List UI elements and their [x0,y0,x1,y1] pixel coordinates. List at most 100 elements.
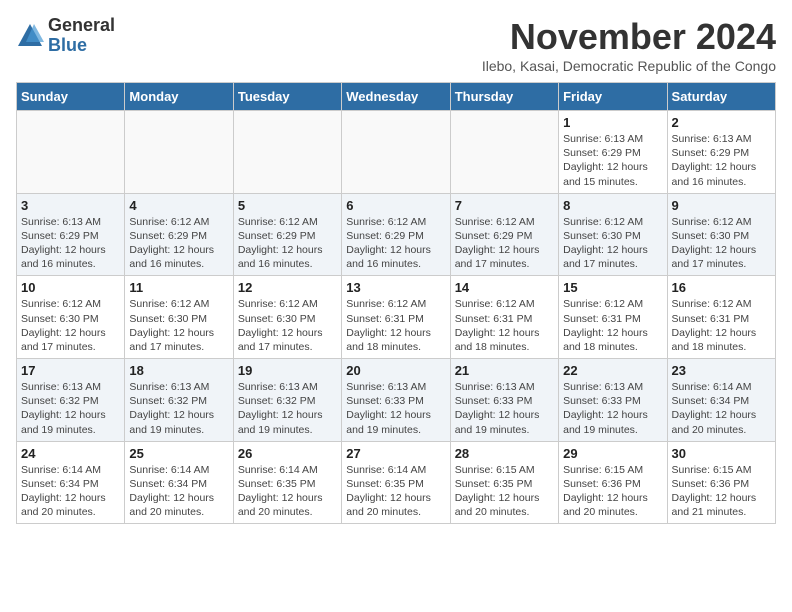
day-number: 23 [672,363,771,378]
day-number: 13 [346,280,445,295]
weekday-header-thursday: Thursday [450,83,558,111]
calendar-week-1: 1 Sunrise: 6:13 AM Sunset: 6:29 PM Daylig… [17,111,776,194]
calendar-cell: 12 Sunrise: 6:12 AM Sunset: 6:30 PM Dayli… [233,276,341,359]
calendar-cell: 30 Sunrise: 6:15 AM Sunset: 6:36 PM Dayli… [667,441,775,524]
calendar-cell: 10 Sunrise: 6:12 AM Sunset: 6:30 PM Dayli… [17,276,125,359]
day-info: Sunrise: 6:12 AM Sunset: 6:30 PM Dayligh… [672,215,771,272]
day-info: Sunrise: 6:13 AM Sunset: 6:32 PM Dayligh… [129,380,228,437]
day-info: Sunrise: 6:15 AM Sunset: 6:36 PM Dayligh… [672,463,771,520]
day-info: Sunrise: 6:12 AM Sunset: 6:29 PM Dayligh… [455,215,554,272]
day-number: 20 [346,363,445,378]
calendar-week-3: 10 Sunrise: 6:12 AM Sunset: 6:30 PM Dayli… [17,276,776,359]
calendar-cell: 14 Sunrise: 6:12 AM Sunset: 6:31 PM Dayli… [450,276,558,359]
day-number: 8 [563,198,662,213]
calendar-cell [17,111,125,194]
day-info: Sunrise: 6:13 AM Sunset: 6:33 PM Dayligh… [346,380,445,437]
day-number: 6 [346,198,445,213]
calendar-cell: 29Sunrise: 6:15 AM Sunset: 6:36 PM Dayli… [559,441,667,524]
day-info: Sunrise: 6:13 AM Sunset: 6:29 PM Dayligh… [21,215,120,272]
calendar-cell: 4 Sunrise: 6:12 AM Sunset: 6:29 PM Daylig… [125,193,233,276]
calendar-cell: 3 Sunrise: 6:13 AM Sunset: 6:29 PM Daylig… [17,193,125,276]
day-info: Sunrise: 6:13 AM Sunset: 6:29 PM Dayligh… [672,132,771,189]
day-number: 12 [238,280,337,295]
day-number: 19 [238,363,337,378]
day-info: Sunrise: 6:12 AM Sunset: 6:30 PM Dayligh… [238,297,337,354]
day-number: 7 [455,198,554,213]
calendar-cell: 5 Sunrise: 6:12 AM Sunset: 6:29 PM Daylig… [233,193,341,276]
day-info: Sunrise: 6:14 AM Sunset: 6:34 PM Dayligh… [129,463,228,520]
day-number: 1 [563,115,662,130]
calendar-cell: 16 Sunrise: 6:12 AM Sunset: 6:31 PM Dayli… [667,276,775,359]
day-number: 15 [563,280,662,295]
weekday-header-sunday: Sunday [17,83,125,111]
calendar-cell [125,111,233,194]
calendar-cell: 15 Sunrise: 6:12 AM Sunset: 6:31 PM Dayli… [559,276,667,359]
logo: General Blue [16,16,115,56]
day-info: Sunrise: 6:15 AM Sunset: 6:35 PM Dayligh… [455,463,554,520]
day-number: 30 [672,446,771,461]
logo-blue: Blue [48,36,115,56]
calendar-cell: 27Sunrise: 6:14 AM Sunset: 6:35 PM Dayli… [342,441,450,524]
day-info: Sunrise: 6:13 AM Sunset: 6:33 PM Dayligh… [563,380,662,437]
logo-icon [16,22,44,50]
calendar-cell: 26Sunrise: 6:14 AM Sunset: 6:35 PM Dayli… [233,441,341,524]
day-number: 21 [455,363,554,378]
calendar-table: SundayMondayTuesdayWednesdayThursdayFrid… [16,82,776,524]
weekday-header-friday: Friday [559,83,667,111]
calendar-cell: 13Sunrise: 6:12 AM Sunset: 6:31 PM Dayli… [342,276,450,359]
weekday-header-saturday: Saturday [667,83,775,111]
title-area: November 2024 Ilebo, Kasai, Democratic R… [482,16,776,74]
day-number: 16 [672,280,771,295]
weekday-header-monday: Monday [125,83,233,111]
calendar-cell: 6 Sunrise: 6:12 AM Sunset: 6:29 PM Daylig… [342,193,450,276]
day-number: 17 [21,363,120,378]
day-number: 18 [129,363,228,378]
day-number: 14 [455,280,554,295]
weekday-header-tuesday: Tuesday [233,83,341,111]
day-info: Sunrise: 6:12 AM Sunset: 6:29 PM Dayligh… [346,215,445,272]
day-info: Sunrise: 6:12 AM Sunset: 6:31 PM Dayligh… [672,297,771,354]
calendar-week-4: 17 Sunrise: 6:13 AM Sunset: 6:32 PM Dayli… [17,359,776,442]
day-number: 11 [129,280,228,295]
day-number: 4 [129,198,228,213]
month-title: November 2024 [482,16,776,58]
day-info: Sunrise: 6:14 AM Sunset: 6:35 PM Dayligh… [346,463,445,520]
calendar-week-5: 24 Sunrise: 6:14 AM Sunset: 6:34 PM Dayli… [17,441,776,524]
day-number: 22 [563,363,662,378]
day-info: Sunrise: 6:14 AM Sunset: 6:35 PM Dayligh… [238,463,337,520]
location-subtitle: Ilebo, Kasai, Democratic Republic of the… [482,58,776,74]
calendar-cell: 2Sunrise: 6:13 AM Sunset: 6:29 PM Daylig… [667,111,775,194]
day-info: Sunrise: 6:12 AM Sunset: 6:31 PM Dayligh… [563,297,662,354]
day-info: Sunrise: 6:14 AM Sunset: 6:34 PM Dayligh… [21,463,120,520]
day-info: Sunrise: 6:13 AM Sunset: 6:29 PM Dayligh… [563,132,662,189]
day-info: Sunrise: 6:12 AM Sunset: 6:30 PM Dayligh… [563,215,662,272]
calendar-cell: 11 Sunrise: 6:12 AM Sunset: 6:30 PM Dayli… [125,276,233,359]
calendar-cell: 20 Sunrise: 6:13 AM Sunset: 6:33 PM Dayli… [342,359,450,442]
day-info: Sunrise: 6:13 AM Sunset: 6:33 PM Dayligh… [455,380,554,437]
calendar-cell: 25Sunrise: 6:14 AM Sunset: 6:34 PM Dayli… [125,441,233,524]
day-info: Sunrise: 6:12 AM Sunset: 6:29 PM Dayligh… [238,215,337,272]
calendar-cell: 24 Sunrise: 6:14 AM Sunset: 6:34 PM Dayli… [17,441,125,524]
calendar-cell: 23 Sunrise: 6:14 AM Sunset: 6:34 PM Dayli… [667,359,775,442]
calendar-header-row: SundayMondayTuesdayWednesdayThursdayFrid… [17,83,776,111]
day-info: Sunrise: 6:15 AM Sunset: 6:36 PM Dayligh… [563,463,662,520]
calendar-cell: 17Sunrise: 6:13 AM Sunset: 6:32 PM Dayli… [17,359,125,442]
day-info: Sunrise: 6:14 AM Sunset: 6:34 PM Dayligh… [672,380,771,437]
calendar-cell [450,111,558,194]
day-info: Sunrise: 6:12 AM Sunset: 6:30 PM Dayligh… [129,297,228,354]
weekday-header-wednesday: Wednesday [342,83,450,111]
day-info: Sunrise: 6:12 AM Sunset: 6:30 PM Dayligh… [21,297,120,354]
calendar-week-2: 3 Sunrise: 6:13 AM Sunset: 6:29 PM Daylig… [17,193,776,276]
calendar-cell [342,111,450,194]
day-info: Sunrise: 6:12 AM Sunset: 6:31 PM Dayligh… [455,297,554,354]
day-number: 3 [21,198,120,213]
day-number: 24 [21,446,120,461]
day-info: Sunrise: 6:13 AM Sunset: 6:32 PM Dayligh… [238,380,337,437]
calendar-cell: 1 Sunrise: 6:13 AM Sunset: 6:29 PM Daylig… [559,111,667,194]
calendar-cell: 19 Sunrise: 6:13 AM Sunset: 6:32 PM Dayli… [233,359,341,442]
day-info: Sunrise: 6:12 AM Sunset: 6:29 PM Dayligh… [129,215,228,272]
day-number: 10 [21,280,120,295]
logo-general: General [48,16,115,36]
day-number: 5 [238,198,337,213]
calendar-cell: 22 Sunrise: 6:13 AM Sunset: 6:33 PM Dayli… [559,359,667,442]
